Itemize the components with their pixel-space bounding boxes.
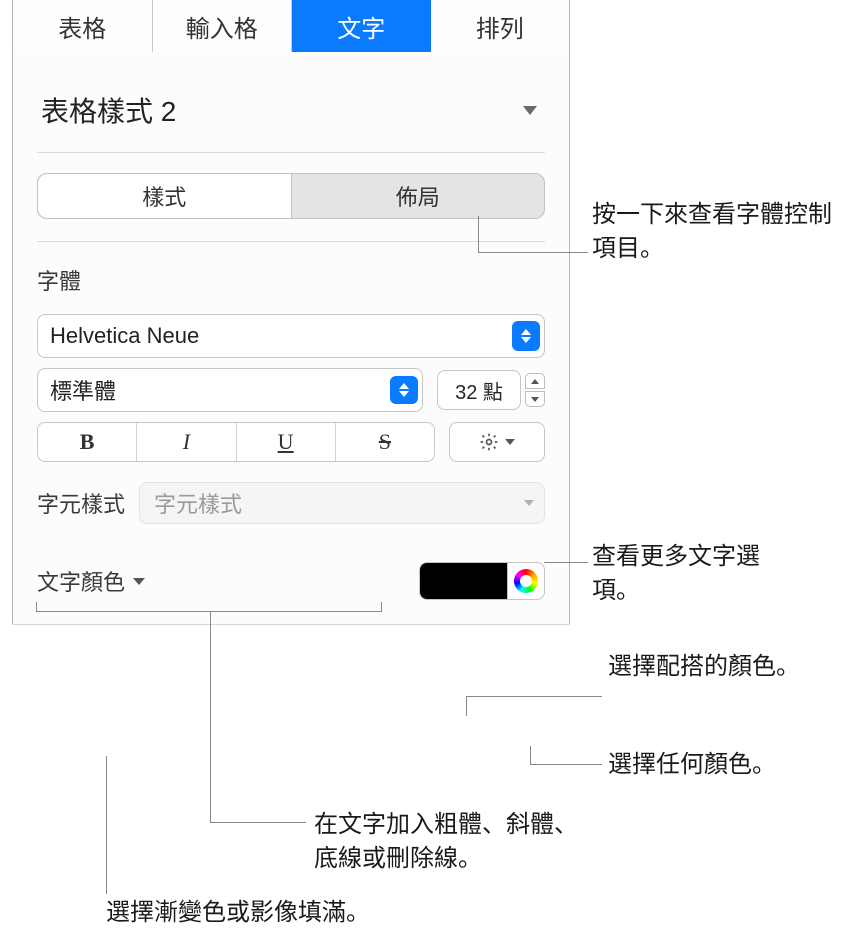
callout-bius: 在文字加入粗體、斜體、底線或刪除線。	[314, 808, 594, 875]
font-size-field[interactable]: 32 點	[437, 370, 521, 410]
stepper-down[interactable]	[525, 391, 545, 407]
italic-glyph: I	[183, 429, 190, 455]
tab-table-label: 表格	[58, 9, 106, 44]
font-size-control: 32 點	[437, 370, 545, 410]
color-wheel-button[interactable]	[508, 563, 544, 599]
chevron-down-icon	[524, 500, 534, 506]
character-style-label: 字元樣式	[37, 487, 125, 519]
segment-layout[interactable]: 佈局	[292, 174, 545, 218]
stepper-up[interactable]	[525, 373, 545, 389]
font-size-value: 32 點	[455, 376, 503, 405]
tab-arrange[interactable]: 排列	[431, 0, 570, 52]
gear-icon	[479, 432, 499, 452]
bold-glyph: B	[80, 429, 95, 455]
segment-style-label: 樣式	[142, 180, 186, 212]
leader-line	[530, 746, 531, 764]
leader-line	[210, 822, 306, 823]
tab-arrange-label: 排列	[476, 9, 524, 44]
chevron-down-icon	[523, 106, 537, 115]
chevron-down-icon	[133, 578, 145, 585]
paragraph-style-name: 表格樣式 2	[41, 90, 176, 130]
advanced-options-button[interactable]	[449, 422, 545, 462]
text-color-row: 文字顏色	[37, 562, 545, 600]
font-weight-popup[interactable]: 標準體	[37, 368, 423, 412]
bold-button[interactable]: B	[38, 423, 137, 461]
character-style-popup[interactable]: 字元樣式	[139, 482, 545, 524]
font-family-popup[interactable]: Helvetica Neue	[37, 314, 545, 358]
segment-style[interactable]: 樣式	[38, 174, 292, 218]
font-weight-size-row: 標準體 32 點	[37, 368, 545, 412]
segment-layout-label: 佈局	[396, 180, 440, 212]
chevron-down-icon	[531, 397, 539, 402]
font-weight-value: 標準體	[50, 374, 116, 406]
inspector-tabs: 表格 輸入格 文字 排列	[13, 0, 569, 52]
font-family-value: Helvetica Neue	[50, 323, 199, 349]
underline-glyph: U	[278, 429, 294, 455]
popup-stepper-icon	[512, 321, 540, 351]
leader-line	[544, 562, 588, 563]
bracket	[36, 602, 382, 612]
callout-gear: 查看更多文字選項。	[592, 540, 792, 607]
leader-line	[478, 216, 479, 252]
leader-line	[478, 252, 588, 253]
divider	[37, 241, 545, 242]
tab-cell[interactable]: 輸入格	[153, 0, 293, 52]
style-layout-segmented[interactable]: 樣式 佈局	[37, 173, 545, 219]
tab-text-label: 文字	[337, 9, 385, 44]
italic-button[interactable]: I	[137, 423, 236, 461]
leader-line	[530, 764, 602, 765]
character-style-row: 字元樣式 字元樣式	[37, 482, 545, 524]
underline-button[interactable]: U	[237, 423, 336, 461]
leader-line	[106, 756, 107, 894]
leader-line	[210, 612, 211, 822]
paragraph-style-popup[interactable]: 表格樣式 2	[37, 62, 545, 153]
font-section-title: 字體	[37, 264, 545, 296]
color-swatch-well[interactable]	[420, 563, 508, 599]
callout-wheel: 選擇任何顏色。	[608, 748, 838, 782]
bold-italic-underline-strike: B I U S	[37, 422, 435, 462]
panel-body: 表格樣式 2 樣式 佈局 字體 Helvetica Neue 標準體 32 點	[13, 52, 569, 600]
callout-swatch: 選擇配搭的顏色。	[608, 650, 808, 684]
tab-cell-label: 輸入格	[186, 9, 258, 44]
text-color-popup[interactable]: 文字顏色	[37, 565, 145, 597]
callout-segmented: 按一下來查看字體控制項目。	[592, 198, 832, 265]
strike-glyph: S	[379, 429, 391, 455]
color-control	[419, 562, 545, 600]
font-style-row: B I U S	[37, 422, 545, 462]
chevron-up-icon	[531, 379, 539, 384]
leader-line	[466, 696, 602, 697]
format-inspector-panel: 表格 輸入格 文字 排列 表格樣式 2 樣式 佈局 字體 Helvetica N…	[12, 0, 570, 625]
color-wheel-icon	[514, 569, 538, 593]
leader-line	[466, 696, 467, 716]
popup-stepper-icon	[390, 376, 418, 404]
text-color-label: 文字顏色	[37, 565, 125, 597]
callout-textcolor: 選擇漸變色或影像填滿。	[106, 896, 426, 930]
chevron-down-icon	[505, 439, 515, 445]
font-size-stepper[interactable]	[525, 373, 545, 407]
strikethrough-button[interactable]: S	[336, 423, 434, 461]
tab-table[interactable]: 表格	[13, 0, 153, 52]
character-style-placeholder: 字元樣式	[154, 487, 242, 519]
tab-text[interactable]: 文字	[292, 0, 431, 52]
